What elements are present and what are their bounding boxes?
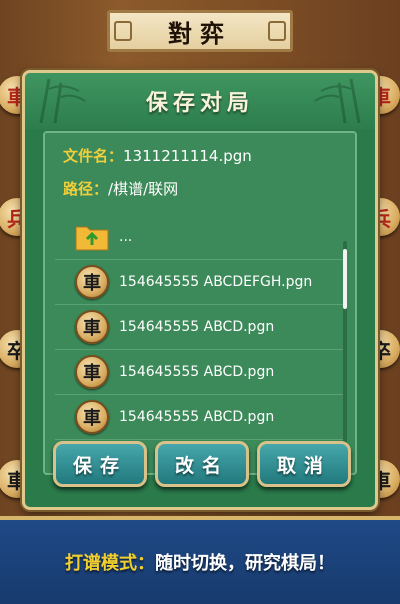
file-list: ... 車 154645555 ABCDEFGH.pgn 車 154645555… [55, 215, 345, 440]
promo-banner: 打谱模式：随时切换，研究棋局！ [0, 516, 400, 604]
filename-row: 文件名：1311211114.pgn [63, 145, 252, 166]
game-title-plaque: 對弈 [107, 10, 293, 52]
save-game-dialog: 保存对局 文件名：1311211114.pgn 路径：/棋谱/联网 ... 車 … [22, 70, 378, 510]
parent-folder-label: ... [119, 229, 133, 245]
banner-text: 随时切换，研究棋局！ [155, 553, 335, 574]
filename-value[interactable]: 1311211114.pgn [123, 147, 252, 165]
plaque-ornament-icon [114, 21, 132, 41]
path-label: 路径： [63, 180, 109, 198]
chess-piece-ju-icon: 車 [75, 310, 109, 344]
page-title: 對弈 [168, 18, 232, 48]
file-name: 154645555 ABCD.pgn [119, 409, 275, 425]
file-list-scrollbar[interactable] [343, 241, 347, 453]
cancel-button[interactable]: 取消 [257, 441, 351, 487]
dialog-content: 文件名：1311211114.pgn 路径：/棋谱/联网 ... 車 15464… [43, 131, 357, 475]
file-name: 154645555 ABCDEFGH.pgn [119, 274, 313, 290]
path-row: 路径：/棋谱/联网 [63, 178, 178, 199]
filename-label: 文件名： [63, 147, 124, 165]
chess-piece-ju-icon: 車 [75, 265, 109, 299]
banner-text-wrap: 打谱模式：随时切换，研究棋局！ [65, 549, 335, 575]
file-list-item[interactable]: 車 154645555 ABCD.pgn [55, 395, 345, 440]
dialog-header: 保存对局 [25, 73, 375, 129]
file-list-item[interactable]: 車 154645555 ABCD.pgn [55, 305, 345, 350]
chess-piece-ju-icon: 車 [75, 355, 109, 389]
parent-folder-item[interactable]: ... [55, 215, 345, 260]
rename-button[interactable]: 改名 [155, 441, 249, 487]
banner-label: 打谱模式： [65, 553, 155, 574]
file-name: 154645555 ABCD.pgn [119, 364, 275, 380]
save-button[interactable]: 保存 [53, 441, 147, 487]
file-list-item[interactable]: 車 154645555 ABCDEFGH.pgn [55, 260, 345, 305]
plaque-ornament-icon [268, 21, 286, 41]
bamboo-decoration-icon [314, 78, 361, 124]
file-list-item[interactable]: 車 154645555 ABCD.pgn [55, 350, 345, 395]
folder-up-icon [75, 226, 109, 251]
file-name: 154645555 ABCD.pgn [119, 319, 275, 335]
scroll-thumb[interactable] [343, 249, 347, 309]
path-value: /棋谱/联网 [108, 180, 179, 198]
chess-piece-ju-icon: 車 [75, 400, 109, 434]
